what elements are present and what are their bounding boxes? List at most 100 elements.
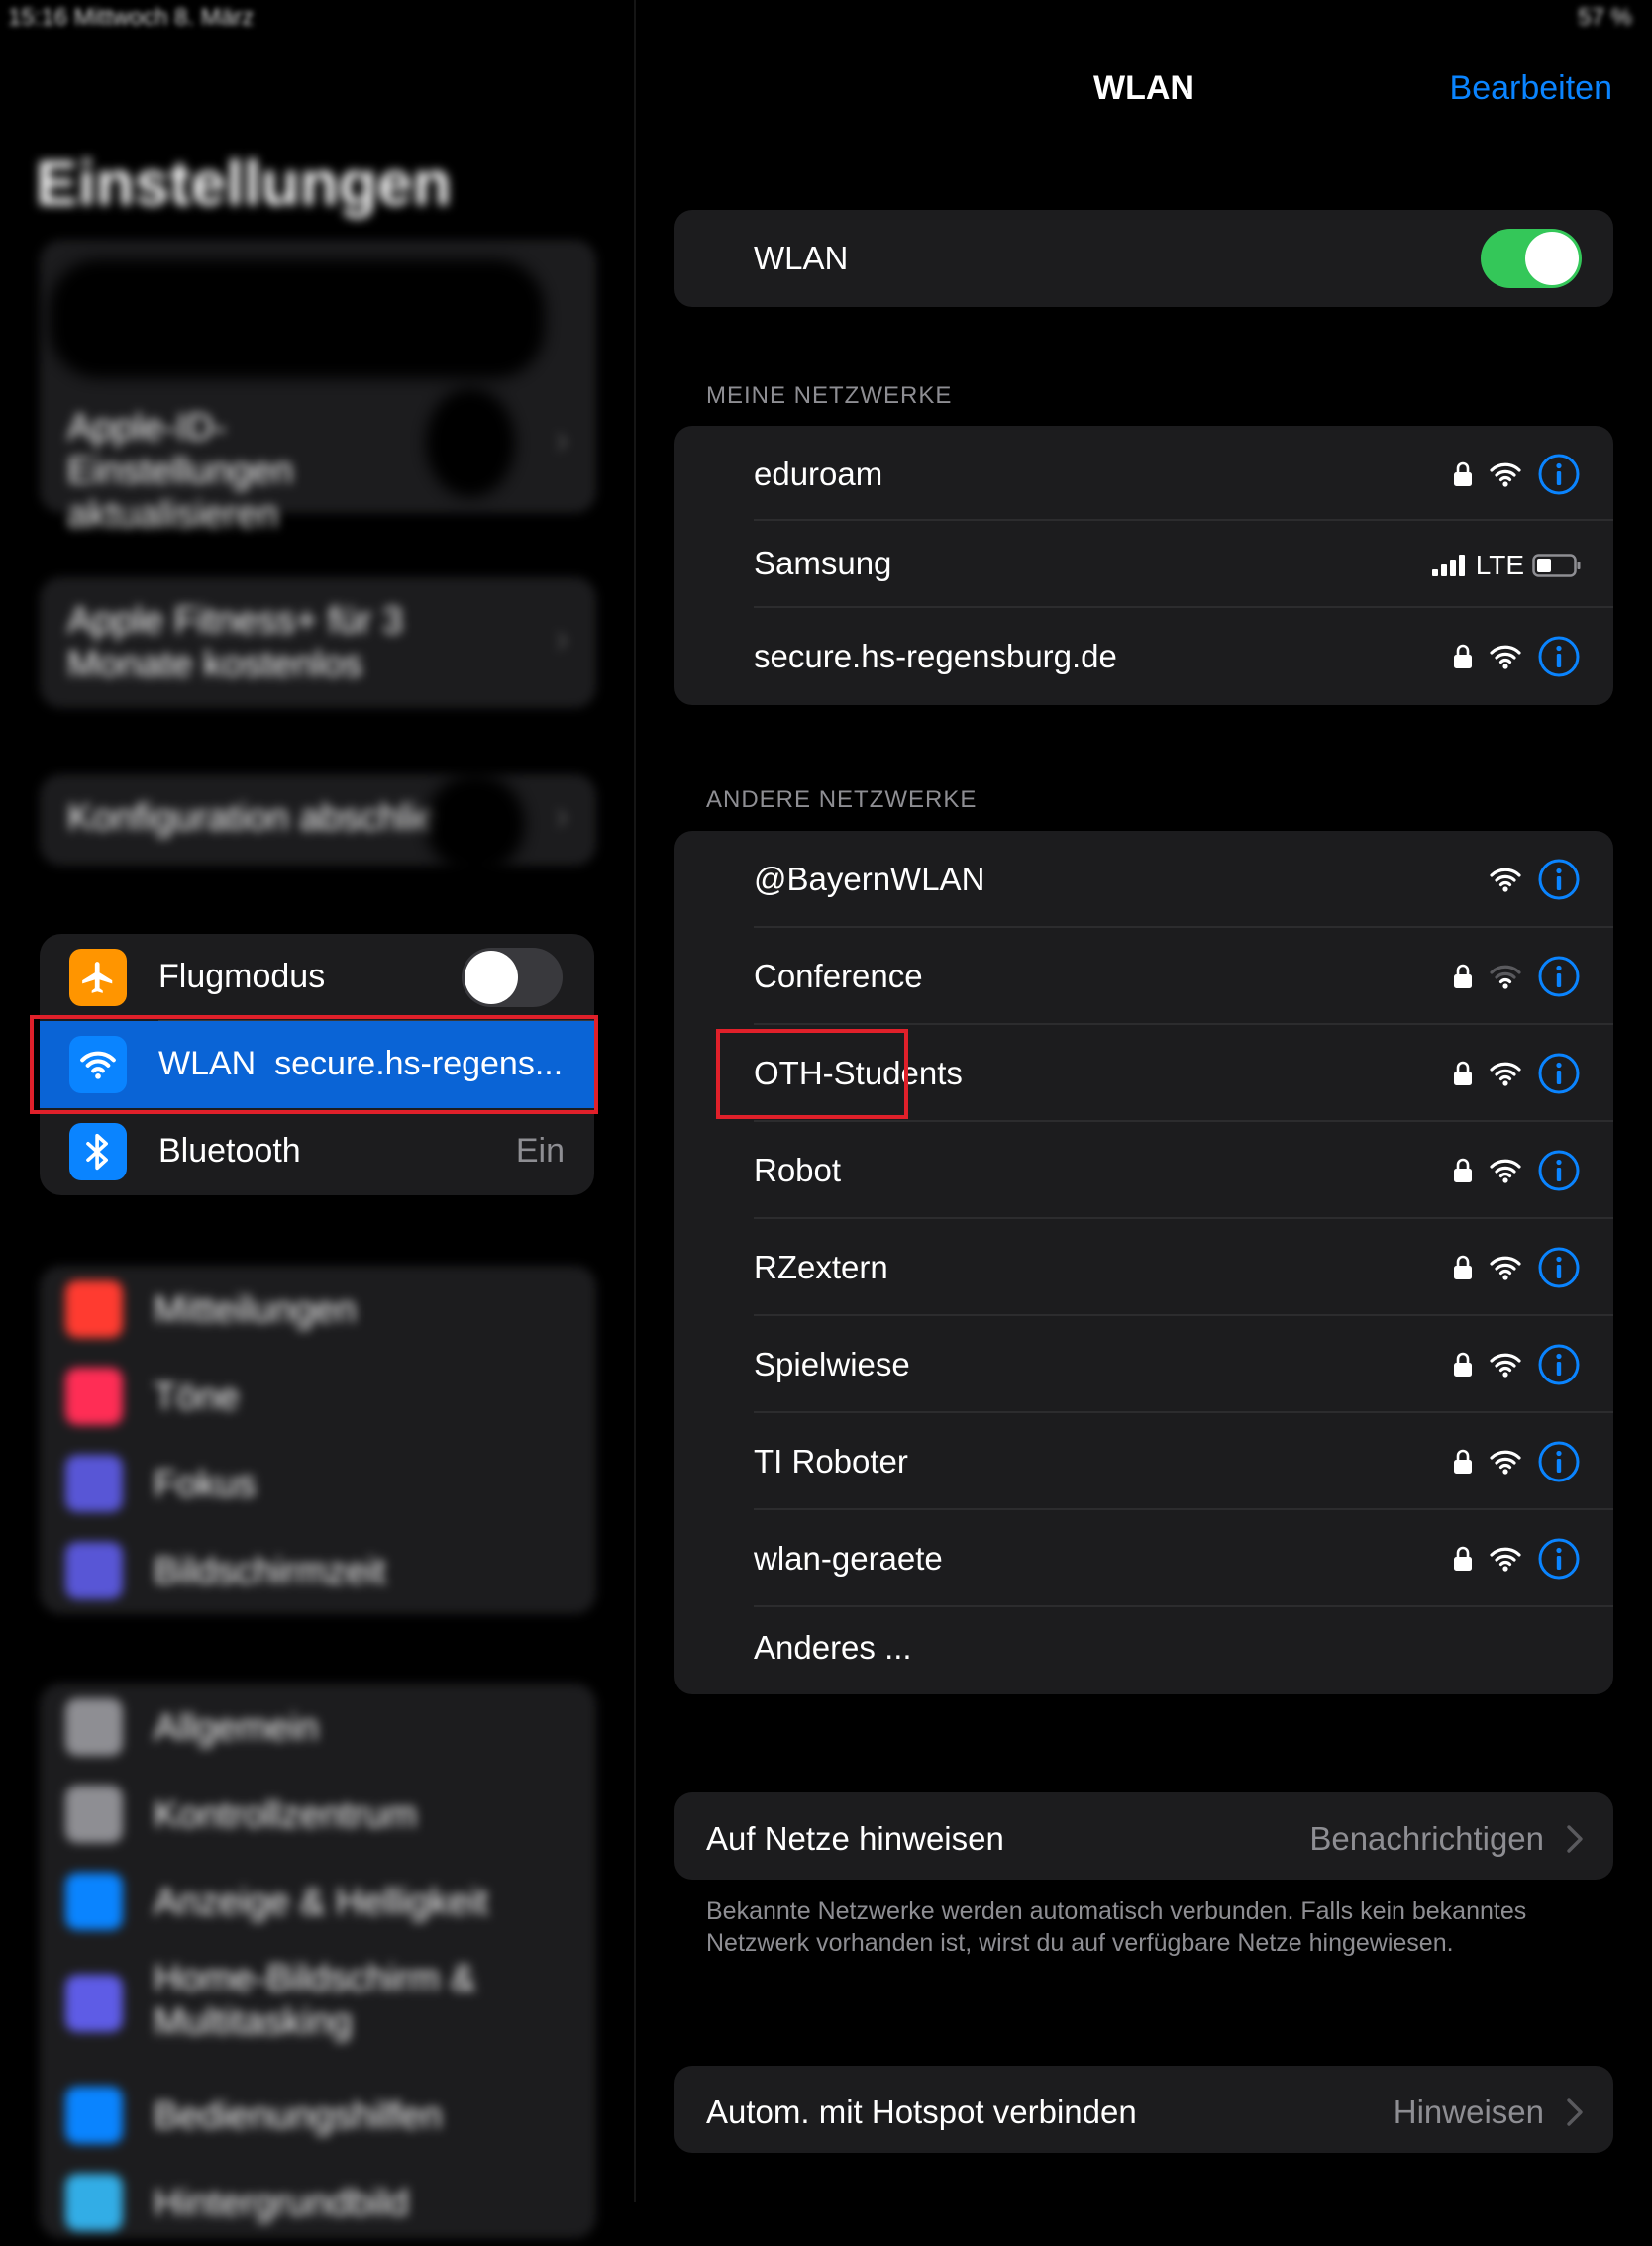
cell-type: LTE [1475,550,1524,580]
wifi-weak-icon [1490,965,1521,989]
sidebar-item-label: Bedienungshilfen [154,2095,443,2137]
fitness-offer-card[interactable]: Apple Fitness+ für 3 Monate kostenlos › [40,577,596,708]
sidebar-item-display[interactable]: Anzeige & Helligkeit [40,1858,594,1945]
wifi-icon [1490,1353,1521,1378]
sidebar-item-airplane[interactable]: Flugmodus [40,934,594,1021]
wlan-toggle[interactable] [1481,229,1582,288]
bluetooth-icon [69,1123,127,1180]
sidebar-item-home-screen[interactable]: Home-Bildschirm & Multitasking [40,1945,594,2064]
network-row-robot[interactable]: Robot [674,1122,1613,1219]
config-card[interactable]: Konfiguration abschlie... › [40,774,596,873]
gear-icon [65,1698,123,1756]
info-icon[interactable] [1538,1053,1580,1094]
sidebar-item-sounds[interactable]: Töne [40,1353,594,1440]
network-name: secure.hs-regensburg.de [754,638,1117,674]
sidebar-item-label: Mitteilungen [154,1289,357,1331]
sidebar-item-notifications[interactable]: Mitteilungen [40,1266,594,1353]
info-icon[interactable] [1538,859,1580,900]
sidebar-item-label: Hintergrundbild [154,2183,409,2224]
network-name: RZextern [754,1249,888,1285]
edit-button[interactable]: Bearbeiten [1450,69,1612,108]
info-icon[interactable] [1538,1441,1580,1482]
wifi-icon [1490,868,1521,892]
network-status-icons [1453,1441,1580,1482]
sidebar-item-label: Bluetooth [158,1132,301,1170]
info-icon[interactable] [1538,1247,1580,1288]
lock-icon [1454,461,1472,486]
lock-icon [1454,1449,1472,1474]
sidebar-item-accessibility[interactable]: Bedienungshilfen [40,2072,594,2159]
network-row-samsung[interactable]: Samsung LTE [674,521,1613,608]
network-name: @BayernWLAN [754,861,985,897]
bluetooth-status: Ein [515,1132,565,1170]
network-status-icons [1453,1344,1580,1385]
network-row-eduroam[interactable]: eduroam [674,426,1613,521]
network-name: eduroam [754,456,883,492]
chevron-right-icon [1567,2098,1583,2126]
network-status-icons [1453,1247,1580,1288]
info-icon[interactable] [1538,1538,1580,1580]
network-row-spielwiese[interactable]: Spielwiese [674,1316,1613,1413]
info-icon[interactable] [1538,1150,1580,1191]
ask-join-row[interactable]: Auf Netze hinweisen Benachrichtigen [674,1792,1613,1880]
network-row-rzextern[interactable]: RZextern [674,1219,1613,1316]
sidebar-item-screentime[interactable]: Bildschirmzeit [40,1527,594,1614]
lock-icon [1454,1061,1472,1085]
ask-join-footer: Bekannte Netzwerke werden automatisch ve… [706,1897,1527,1957]
hotspot-label: Autom. mit Hotspot verbinden [706,2093,1137,2130]
lock-icon [1454,1255,1472,1279]
hotspot-card: Autom. mit Hotspot verbinden Hinweisen [674,2066,1613,2153]
apple-id-card[interactable]: Apple-ID-Einstellungen aktualisieren › [40,240,596,536]
hotspot-row[interactable]: Autom. mit Hotspot verbinden Hinweisen [674,2066,1613,2153]
network-row-wlan-geraete[interactable]: wlan-geraete [674,1510,1613,1607]
grid-icon [65,1975,123,2032]
status-time-date: 15:16 Mittwoch 8. März [8,4,255,31]
network-name: Samsung [754,545,892,581]
sidebar-item-control-center[interactable]: Kontrollzentrum [40,1771,594,1858]
network-status-icons [1453,956,1580,997]
switches-icon [65,1786,123,1843]
info-icon[interactable] [1538,1344,1580,1385]
sidebar-item-general[interactable]: Allgemein [40,1684,594,1771]
sidebar-item-label: Flugmodus [158,958,326,995]
settings-title: Einstellungen [36,148,452,219]
sidebar-item-wallpaper[interactable]: Hintergrundbild [40,2159,594,2246]
network-row-ti-roboter[interactable]: TI Roboter [674,1413,1613,1510]
network-status-icons [1453,454,1580,495]
speaker-icon [65,1368,123,1425]
network-row-other[interactable]: Anderes ... [674,1607,1613,1694]
other-network-label: Anderes ... [754,1629,912,1666]
wifi-icon [1490,462,1521,487]
chevron-right-icon: › [555,418,568,461]
other-networks-list: @BayernWLAN Conference OTH-Students Robo… [674,831,1613,1694]
airplane-toggle[interactable] [462,948,563,1007]
wlan-toggle-card: WLAN [674,210,1613,307]
lock-icon [1454,1546,1472,1571]
network-status-icons [1453,1150,1580,1191]
network-row-secure-hs-regensburg[interactable]: secure.hs-regensburg.de [674,608,1613,705]
wlan-toggle-row[interactable]: WLAN [674,210,1613,307]
notifications-group: Mitteilungen Töne Fokus Bildschirmzeit [40,1266,596,1614]
sidebar-item-bluetooth[interactable]: Bluetooth Ein [40,1108,594,1195]
wifi-icon [1490,1062,1521,1086]
network-name: TI Roboter [754,1443,908,1480]
brightness-icon [65,1873,123,1930]
sidebar-item-label: Home-Bildschirm & Multitasking [154,1958,476,2043]
ask-join-value: Benachrichtigen [1309,1820,1544,1857]
sidebar-item-focus[interactable]: Fokus [40,1440,594,1527]
accessibility-icon [65,2087,123,2144]
network-row-conference[interactable]: Conference [674,928,1613,1025]
info-icon[interactable] [1538,454,1580,495]
wlan-toggle-label: WLAN [754,240,849,276]
network-row-bayernwlan[interactable]: @BayernWLAN [674,831,1613,928]
settings-sidebar: 15:16 Mittwoch 8. März Einstellungen App… [0,0,634,2238]
airplane-icon [69,949,127,1006]
info-icon[interactable] [1538,956,1580,997]
other-networks-header: ANDERE NETZWERKE [706,786,978,813]
info-icon[interactable] [1538,636,1580,677]
wifi-icon [1490,645,1521,669]
moon-icon [65,1455,123,1512]
fitness-offer-label: Apple Fitness+ für 3 Monate kostenlos [67,600,404,685]
lock-icon [1454,644,1472,668]
bell-icon [65,1280,123,1338]
